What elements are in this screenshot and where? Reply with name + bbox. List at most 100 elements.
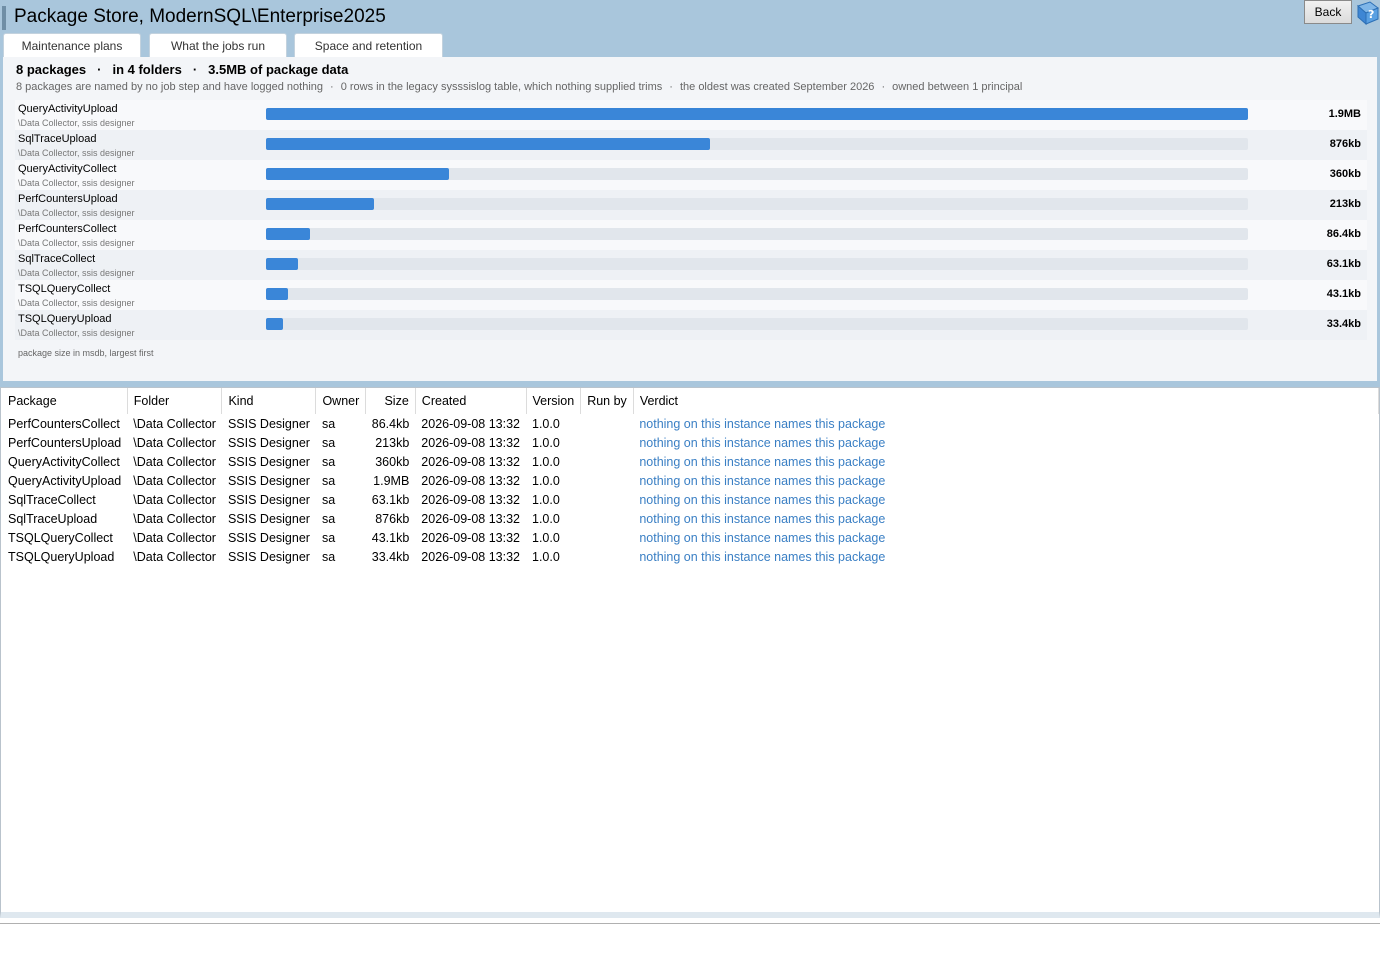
cell-created: 2026-09-08 13:32 <box>421 492 520 507</box>
table-row[interactable]: TSQLQueryCollect \Data Collector SSIS Desi… <box>2 528 1379 547</box>
size-bar-fill <box>266 228 310 240</box>
size-bar-row: QueryActivityUpload \Data Collector, ssis… <box>15 100 1367 130</box>
table-header-row: Package Folder Kind Owner Size Created V… <box>2 388 1380 414</box>
cell-run-by <box>581 471 634 490</box>
bar-package-folder: \Data Collector, ssis designer <box>18 208 135 218</box>
size-bar-fill <box>266 198 374 210</box>
cell-version: 1.0.0 <box>532 492 560 507</box>
cell-verdict: nothing on this instance names this pack… <box>639 549 886 564</box>
bar-package-folder: \Data Collector, ssis designer <box>18 178 135 188</box>
size-bar-track <box>266 288 1248 300</box>
bar-size-label: 43.1kb <box>1326 288 1361 300</box>
table-row[interactable]: PerfCountersUpload \Data Collector SSIS De… <box>2 433 1379 452</box>
bar-package-name: QueryActivityUpload <box>18 103 118 115</box>
cell-folder: \Data Collector <box>133 549 216 564</box>
cell-created: 2026-09-08 13:32 <box>421 549 520 564</box>
column-header-version[interactable]: Version <box>526 388 582 414</box>
cell-size: 213kb <box>375 435 410 450</box>
cell-size: 1.9MB <box>373 473 410 488</box>
size-bar-fill <box>266 138 710 150</box>
size-bar-fill <box>266 258 298 270</box>
size-bar-row: PerfCountersCollect \Data Collector, ssis… <box>15 220 1367 250</box>
title-accent <box>2 6 6 30</box>
cell-created: 2026-09-08 13:32 <box>421 454 520 469</box>
column-header-owner[interactable]: Owner <box>315 388 367 414</box>
bar-package-folder: \Data Collector, ssis designer <box>18 238 135 248</box>
table-row[interactable]: PerfCountersCollect \Data Collector SSIS D… <box>2 414 1379 433</box>
cell-kind: SSIS Designer <box>227 454 310 469</box>
window-header: Package Store, ModernSQL\Enterprise2025 … <box>0 0 1380 57</box>
bar-size-label: 86.4kb <box>1326 228 1361 240</box>
table-row[interactable]: QueryActivityCollect \Data Collector SSIS … <box>2 452 1379 471</box>
column-header-kind[interactable]: Kind <box>221 388 317 414</box>
cell-package: SqlTraceCollect <box>8 492 96 507</box>
column-header-verdict[interactable]: Verdict <box>633 388 1380 414</box>
tab-space-and-retention[interactable]: Space and retention <box>294 33 443 57</box>
bar-size-label: 213kb <box>1329 198 1361 210</box>
bar-size-label: 876kb <box>1329 138 1361 150</box>
cell-folder: \Data Collector <box>133 492 216 507</box>
size-bar-track <box>266 138 1248 150</box>
cell-kind: SSIS Designer <box>227 492 310 507</box>
table-row[interactable]: QueryActivityUpload \Data Collector SSIS D… <box>2 471 1379 490</box>
cell-kind: SSIS Designer <box>227 530 310 545</box>
size-bar-row: PerfCountersUpload \Data Collector, ssis … <box>15 190 1367 220</box>
table-row[interactable]: TSQLQueryUpload \Data Collector SSIS Desig… <box>2 547 1379 566</box>
column-header-folder[interactable]: Folder <box>127 388 223 414</box>
size-bar-row: TSQLQueryCollect \Data Collector, ssis de… <box>15 280 1367 310</box>
cell-owner: sa <box>321 416 336 431</box>
cell-folder: \Data Collector <box>133 435 216 450</box>
cell-folder: \Data Collector <box>133 454 216 469</box>
bar-package-folder: \Data Collector, ssis designer <box>18 268 135 278</box>
package-size-chart: QueryActivityUpload \Data Collector, ssis… <box>15 100 1367 340</box>
bar-size-label: 63.1kb <box>1326 258 1361 270</box>
separator: · <box>97 62 102 77</box>
help-book-icon[interactable]: ? <box>1354 0 1380 26</box>
summary-subline: 8 packages are named by no job step and … <box>16 81 1022 93</box>
dot-separator: · <box>881 81 886 93</box>
separator: · <box>192 62 198 77</box>
cell-kind: SSIS Designer <box>227 435 310 450</box>
cell-folder: \Data Collector <box>133 473 216 488</box>
bar-package-name: TSQLQueryCollect <box>18 283 111 295</box>
size-bar-track <box>266 318 1248 330</box>
column-header-package[interactable]: Package <box>2 388 128 414</box>
cell-owner: sa <box>321 549 336 564</box>
cell-verdict: nothing on this instance names this pack… <box>639 416 886 431</box>
column-header-created[interactable]: Created <box>415 388 527 414</box>
column-header-size[interactable]: Size <box>365 388 416 414</box>
cell-created: 2026-09-08 13:32 <box>421 473 520 488</box>
subline-owners: owned between 1 principal <box>892 81 1023 93</box>
cell-folder: \Data Collector <box>133 416 216 431</box>
cell-package: TSQLQueryCollect <box>8 530 113 545</box>
cell-verdict: nothing on this instance names this pack… <box>639 473 886 488</box>
bar-package-name: PerfCountersUpload <box>18 193 118 205</box>
cell-version: 1.0.0 <box>532 416 560 431</box>
cell-kind: SSIS Designer <box>227 511 310 526</box>
subline-oldest: the oldest was created September 2026 <box>679 81 875 93</box>
back-button[interactable]: Back <box>1304 0 1352 24</box>
package-table-container: Package Folder Kind Owner Size Created V… <box>0 387 1380 918</box>
cell-owner: sa <box>321 473 336 488</box>
table-row[interactable]: SqlTraceUpload \Data Collector SSIS Design… <box>2 509 1379 528</box>
tab-what-the-jobs-run[interactable]: What the jobs run <box>149 33 287 57</box>
column-header-run-by[interactable]: Run by <box>580 388 634 414</box>
cell-owner: sa <box>321 435 336 450</box>
package-count: 8 packages <box>16 62 87 77</box>
bar-package-folder: \Data Collector, ssis designer <box>18 328 135 338</box>
bottom-divider <box>0 923 1380 924</box>
window-title: Package Store, ModernSQL\Enterprise2025 <box>14 6 386 27</box>
cell-size: 43.1kb <box>371 530 410 545</box>
tab-maintenance-plans[interactable]: Maintenance plans <box>3 33 141 57</box>
size-bar-row: QueryActivityCollect \Data Collector, ssi… <box>15 160 1367 190</box>
cell-size: 876kb <box>375 511 410 526</box>
table-row[interactable]: SqlTraceCollect \Data Collector SSIS Desig… <box>2 490 1379 509</box>
bar-package-name: TSQLQueryUpload <box>18 313 112 325</box>
cell-package: PerfCountersUpload <box>8 435 122 450</box>
cell-created: 2026-09-08 13:32 <box>421 416 520 431</box>
cell-run-by <box>581 509 634 528</box>
size-bar-track <box>266 228 1248 240</box>
size-bar-fill <box>266 318 283 330</box>
bar-size-label: 360kb <box>1329 168 1361 180</box>
cell-created: 2026-09-08 13:32 <box>421 435 520 450</box>
